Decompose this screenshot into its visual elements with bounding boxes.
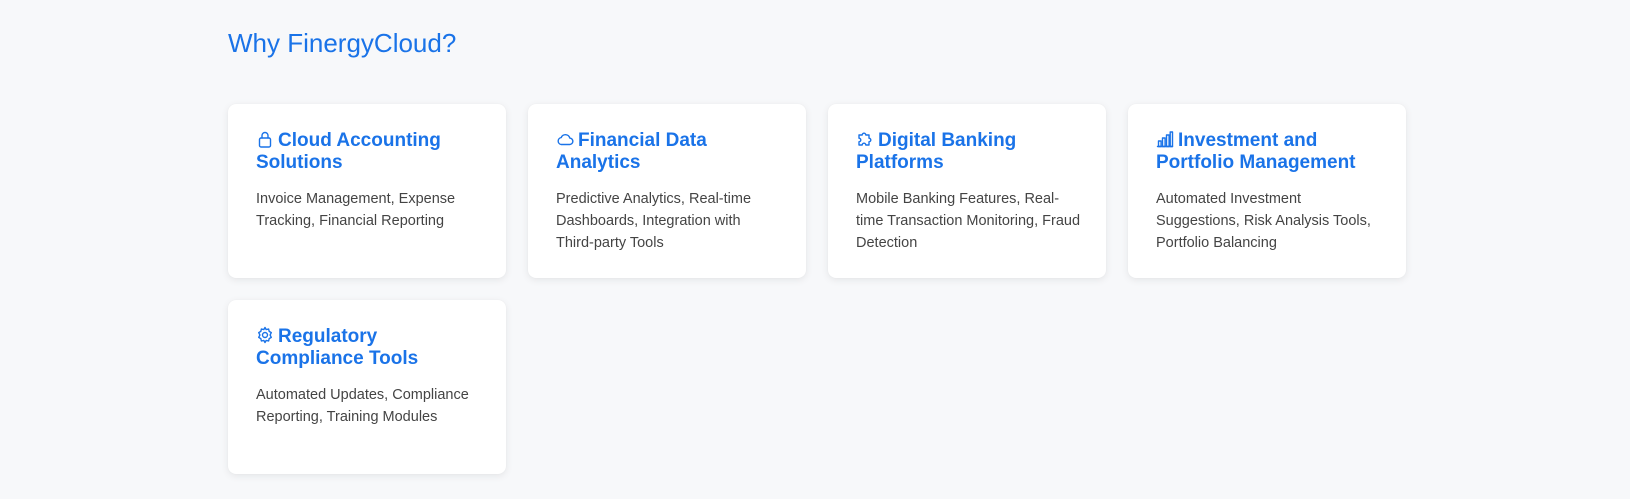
- feature-card-title-text: Regulatory Compliance Tools: [256, 326, 419, 369]
- feature-card-financial-analytics: Financial Data Analytics Predictive Anal…: [528, 104, 806, 278]
- feature-card-title: Digital Banking Platforms: [856, 130, 1082, 174]
- feature-card-title: Financial Data Analytics: [556, 130, 782, 174]
- feature-card-description: Automated Investment Suggestions, Risk A…: [1156, 191, 1371, 251]
- feature-card-title-text: Financial Data Analytics: [556, 130, 707, 173]
- features-grid: Cloud Accounting Solutions Invoice Manag…: [228, 104, 1408, 474]
- feature-card-title: Investment and Portfolio Management: [1156, 130, 1382, 174]
- puzzle-icon: [856, 130, 874, 148]
- feature-card-description: Automated Updates, Compliance Reporting,…: [256, 387, 469, 425]
- feature-card-title-text: Cloud Accounting Solutions: [256, 130, 441, 173]
- feature-card-description: Mobile Banking Features, Real-time Trans…: [856, 191, 1081, 251]
- bar-chart-icon: [1156, 130, 1174, 148]
- feature-card-cloud-accounting: Cloud Accounting Solutions Invoice Manag…: [228, 104, 506, 278]
- feature-card-title-text: Investment and Portfolio Management: [1156, 130, 1356, 173]
- gear-icon: [256, 326, 274, 344]
- feature-card-description: Invoice Management, Expense Tracking, Fi…: [256, 191, 456, 229]
- cloud-icon: [556, 130, 574, 148]
- feature-card-title: Cloud Accounting Solutions: [256, 130, 482, 174]
- section-title: Why FinergyCloud?: [228, 28, 457, 58]
- feature-card-regulatory-compliance: Regulatory Compliance Tools Automated Up…: [228, 300, 506, 474]
- feature-card-investment-portfolio: Investment and Portfolio Management Auto…: [1128, 104, 1406, 278]
- feature-card-digital-banking: Digital Banking Platforms Mobile Banking…: [828, 104, 1106, 278]
- feature-card-title: Regulatory Compliance Tools: [256, 326, 482, 370]
- feature-card-description: Predictive Analytics, Real-time Dashboar…: [556, 191, 752, 251]
- lock-icon: [256, 130, 274, 148]
- feature-card-title-text: Digital Banking Platforms: [856, 130, 1017, 173]
